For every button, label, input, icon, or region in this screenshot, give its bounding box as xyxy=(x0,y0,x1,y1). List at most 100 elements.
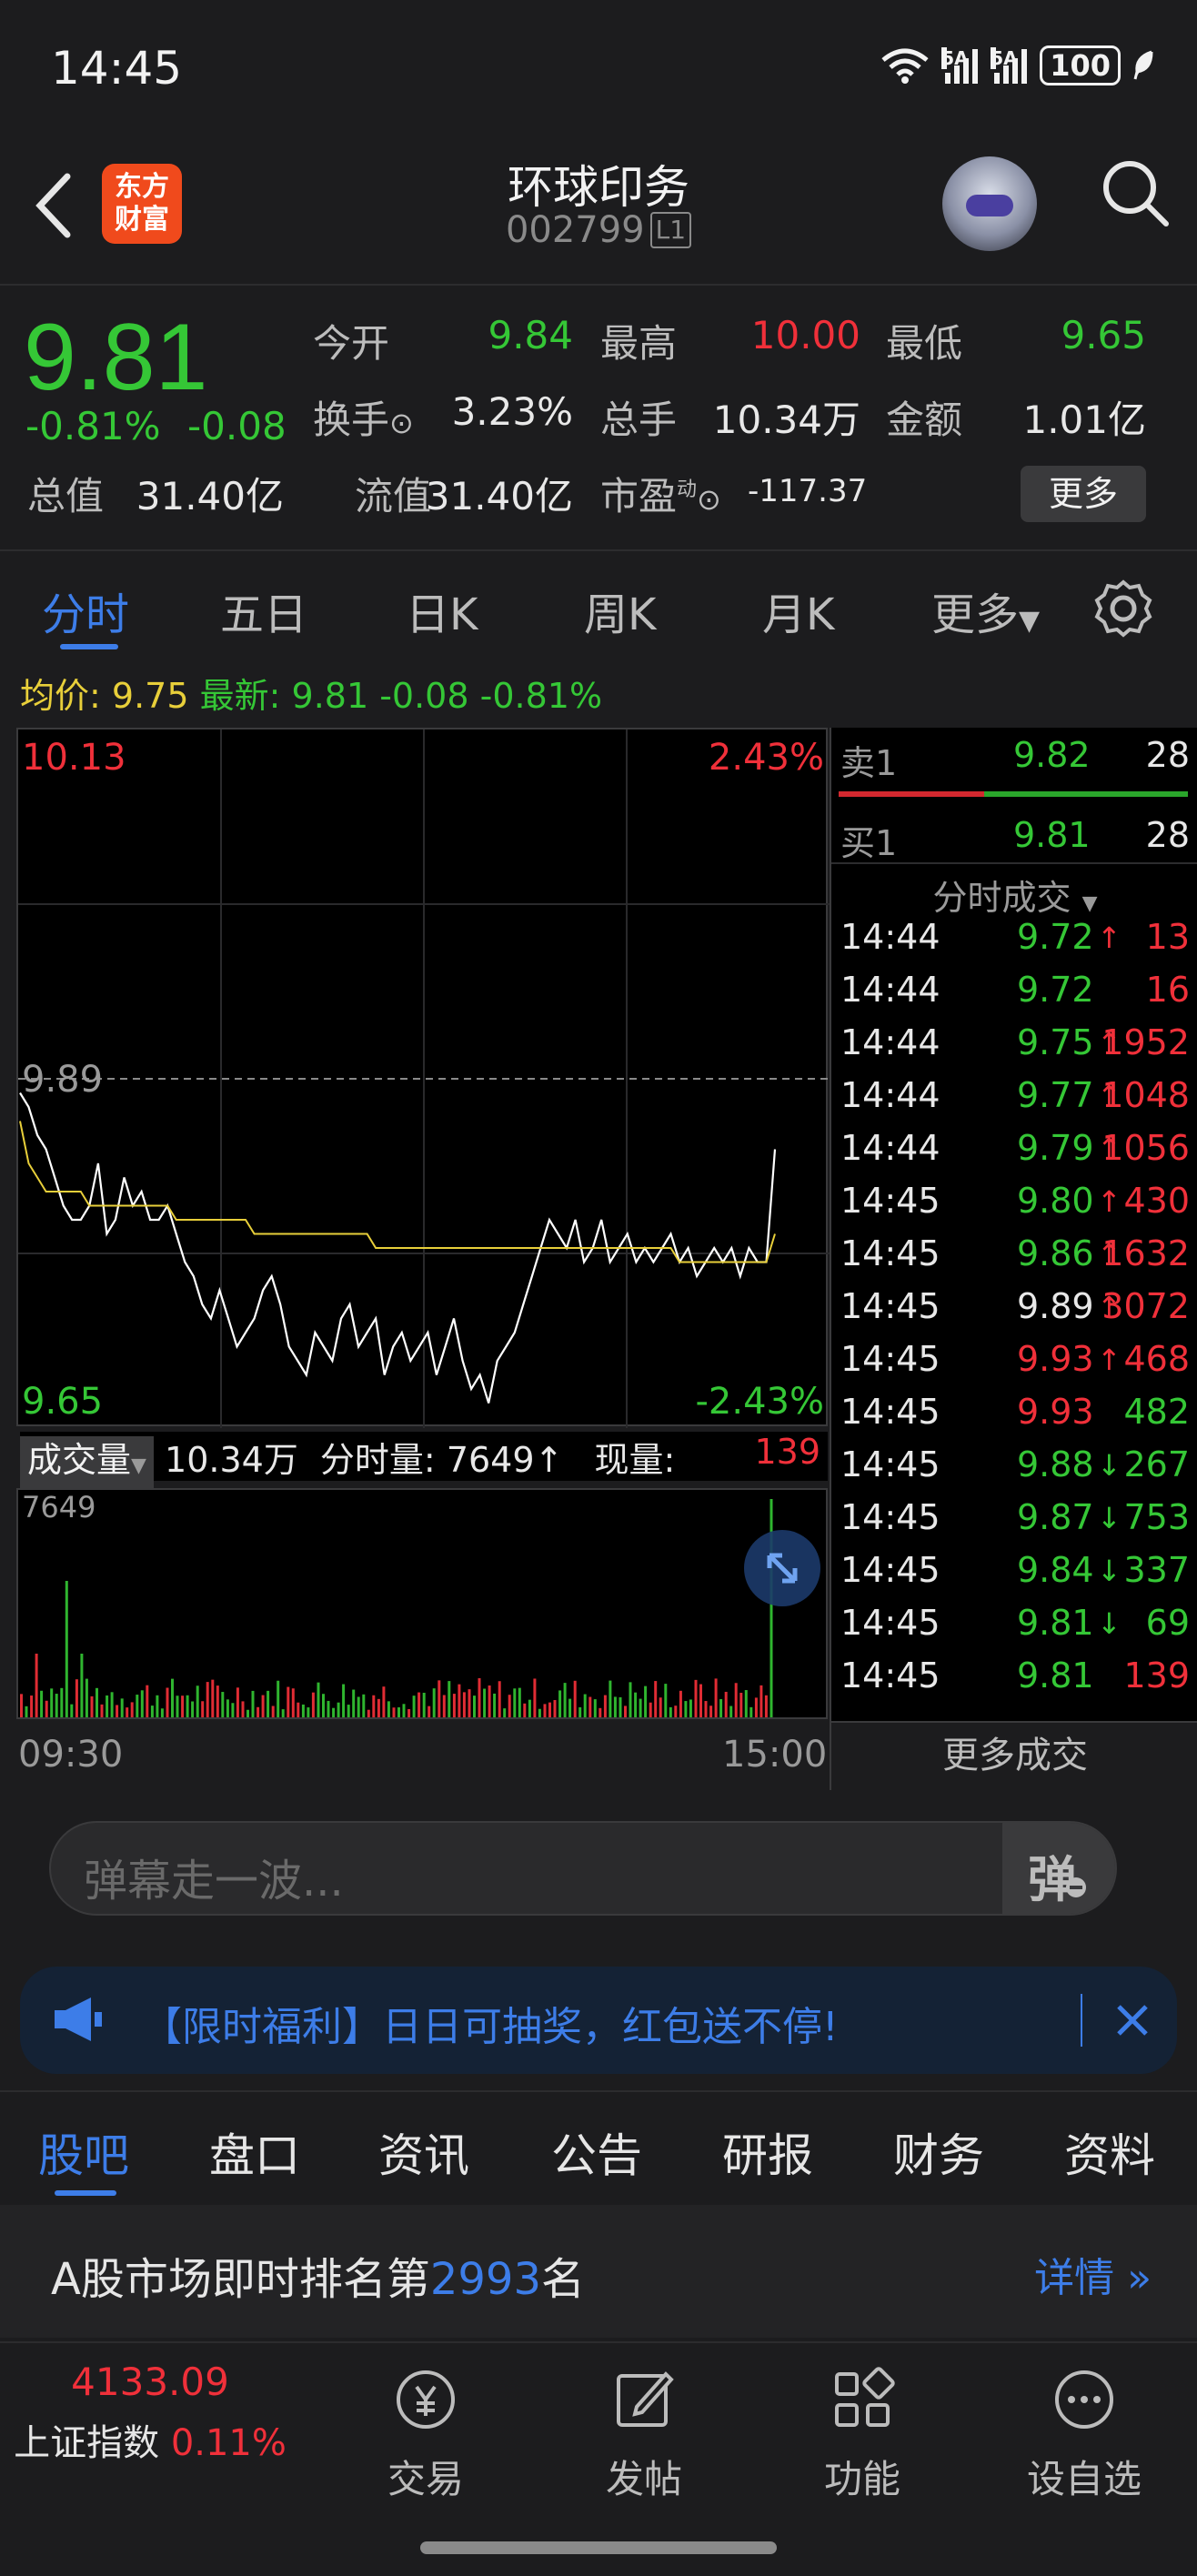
pe-info-icon[interactable]: ⊙ xyxy=(697,482,721,517)
volume-bar xyxy=(508,1695,511,1717)
double-chevron-icon: » xyxy=(1114,2255,1152,2301)
tick-price: 9.93 xyxy=(1017,1339,1094,1379)
gear-icon[interactable] xyxy=(1091,577,1155,640)
volume-bar xyxy=(50,1688,54,1717)
ctab-news[interactable]: 资讯 xyxy=(378,2119,469,2185)
y-bottom-label: 9.65 xyxy=(22,1381,104,1423)
volume-bar xyxy=(609,1680,612,1717)
info-icon[interactable]: ⊙ xyxy=(389,406,414,440)
content-tab-underline xyxy=(55,2190,116,2196)
tick-price: 9.77 xyxy=(1017,1075,1094,1115)
ctab-research[interactable]: 研报 xyxy=(722,2119,813,2185)
tab-month-k[interactable]: 月K xyxy=(762,579,834,642)
tick-volume: 468 xyxy=(1123,1339,1190,1379)
intraday-chart[interactable]: 10.13 2.43% 9.89 9.65 -2.43% xyxy=(16,728,830,1428)
y-bottom-pct-label: -2.43% xyxy=(695,1381,824,1423)
search-icon[interactable] xyxy=(1097,155,1173,231)
volume-bar xyxy=(231,1703,235,1717)
rank-prefix: A股市场即时排名第 xyxy=(51,2254,430,2305)
nav-trade[interactable]: 交易 xyxy=(353,2365,498,2504)
danmaku-button[interactable]: 弹 xyxy=(1002,1823,1115,1914)
index-ticker[interactable]: 4133.09 上证指数 0.11% xyxy=(0,2360,300,2466)
volume-bar xyxy=(473,1696,476,1717)
volume-bar xyxy=(171,1678,174,1717)
volume-bar xyxy=(226,1699,229,1717)
ctab-announcements[interactable]: 公告 xyxy=(551,2119,642,2185)
ask-label: 卖1 xyxy=(840,743,898,783)
tab-week-k[interactable]: 周K xyxy=(584,579,656,642)
content-tabs: 股吧 盘口 资讯 公告 研报 财务 资料 xyxy=(0,2090,1197,2203)
volume-bar xyxy=(719,1698,723,1717)
index-name: 上证指数 xyxy=(14,2422,160,2464)
nav-watchlist[interactable]: 设自选 xyxy=(1011,2365,1157,2504)
avg-label: 均价: xyxy=(20,676,101,716)
tick-price: 9.75 xyxy=(1017,1022,1094,1062)
volume-bar xyxy=(347,1705,350,1717)
tick-price: 9.93 xyxy=(1017,1392,1094,1432)
volume-bar xyxy=(211,1679,215,1717)
rank-detail-label: 详情 xyxy=(1034,2255,1115,2301)
more-quote-button[interactable]: 更多 xyxy=(1021,466,1146,522)
robot-assistant-icon[interactable] xyxy=(942,156,1037,251)
volume-bar xyxy=(588,1696,592,1717)
volume-bar xyxy=(267,1690,270,1717)
rank-row[interactable]: A股市场即时排名第2993名 详情 » xyxy=(0,2205,1197,2338)
yuan-icon xyxy=(397,2370,455,2429)
signal-2-icon: 5A xyxy=(991,47,1028,84)
volume-bar xyxy=(634,1692,638,1717)
tick-price: 9.81 xyxy=(1017,1603,1094,1643)
tab-day-k[interactable]: 日K xyxy=(406,579,478,642)
tick-time: 14:44 xyxy=(840,1128,940,1168)
tab-intraday[interactable]: 分时 xyxy=(42,579,129,642)
volume-bar xyxy=(442,1695,446,1717)
bid-price: 9.81 xyxy=(1013,815,1091,855)
tick-volume-label: 分时量: xyxy=(319,1440,436,1480)
volume-bar xyxy=(96,1687,98,1717)
tick-time: 14:45 xyxy=(840,1497,940,1537)
volume-bar xyxy=(664,1684,668,1717)
nav-post[interactable]: 发帖 xyxy=(571,2365,717,2504)
tab-more[interactable]: 更多▼ xyxy=(931,579,1040,642)
danmaku-input[interactable]: 弹幕走一波... xyxy=(84,1845,344,1908)
volume-bar xyxy=(362,1694,366,1717)
nav-function[interactable]: 功能 xyxy=(790,2365,935,2504)
tab-five-day[interactable]: 五日 xyxy=(220,579,307,642)
volume-bar xyxy=(478,1677,481,1717)
tick-time: 14:44 xyxy=(840,970,940,1010)
promo-banner[interactable]: 【限时福利】日日可抽奖，红包送不停! xyxy=(20,1967,1177,2074)
close-icon[interactable] xyxy=(1112,1999,1153,2041)
volume-bar xyxy=(583,1694,587,1717)
ctab-profile[interactable]: 资料 xyxy=(1064,2119,1155,2185)
ticks-title[interactable]: 分时成交 ▼ xyxy=(831,870,1197,920)
tick-volume: 139 xyxy=(1123,1655,1190,1696)
volume-bar xyxy=(332,1707,336,1717)
buy-strength-bar xyxy=(984,791,1188,797)
home-indicator[interactable] xyxy=(420,2541,777,2554)
turnover-label-text: 换手 xyxy=(313,397,390,442)
tick-volume: 13 xyxy=(1145,917,1190,957)
ctab-orderbook[interactable]: 盘口 xyxy=(209,2119,300,2185)
more-ticks-button[interactable]: 更多成交 xyxy=(831,1721,1197,1790)
tick-row: 14:45 9.80 ↑ 430 xyxy=(840,1181,1195,1232)
mktcap-value: 31.40亿 xyxy=(136,474,284,518)
tick-price: 9.88 xyxy=(1017,1444,1094,1484)
high-value: 10.00 xyxy=(750,313,860,357)
volume-bar xyxy=(679,1690,682,1717)
sell-strength-bar xyxy=(839,791,984,797)
tick-row: 14:45 9.93 ↑ 468 xyxy=(840,1339,1195,1390)
ctab-finance[interactable]: 财务 xyxy=(893,2119,984,2185)
avg-price-line: 均价: 9.75 最新: 9.81 -0.08 -0.81% xyxy=(20,668,602,718)
y-top-label: 10.13 xyxy=(22,737,126,779)
tick-time: 14:45 xyxy=(840,1181,940,1221)
volume-selector[interactable]: 成交量▼ xyxy=(20,1436,154,1490)
stock-code: 002799 xyxy=(505,209,645,251)
volume-bar xyxy=(674,1706,678,1717)
expand-icon[interactable] xyxy=(742,1528,822,1608)
volume-bar xyxy=(729,1706,733,1717)
network-type-1: 5A xyxy=(941,47,969,69)
rank-detail-link[interactable]: 详情 » xyxy=(1034,2245,1152,2303)
pe-label: 市盈动⊙ xyxy=(600,466,721,521)
time-end-label: 15:00 xyxy=(722,1734,828,1776)
volume-bar xyxy=(297,1702,300,1717)
ctab-forum[interactable]: 股吧 xyxy=(38,2119,129,2185)
